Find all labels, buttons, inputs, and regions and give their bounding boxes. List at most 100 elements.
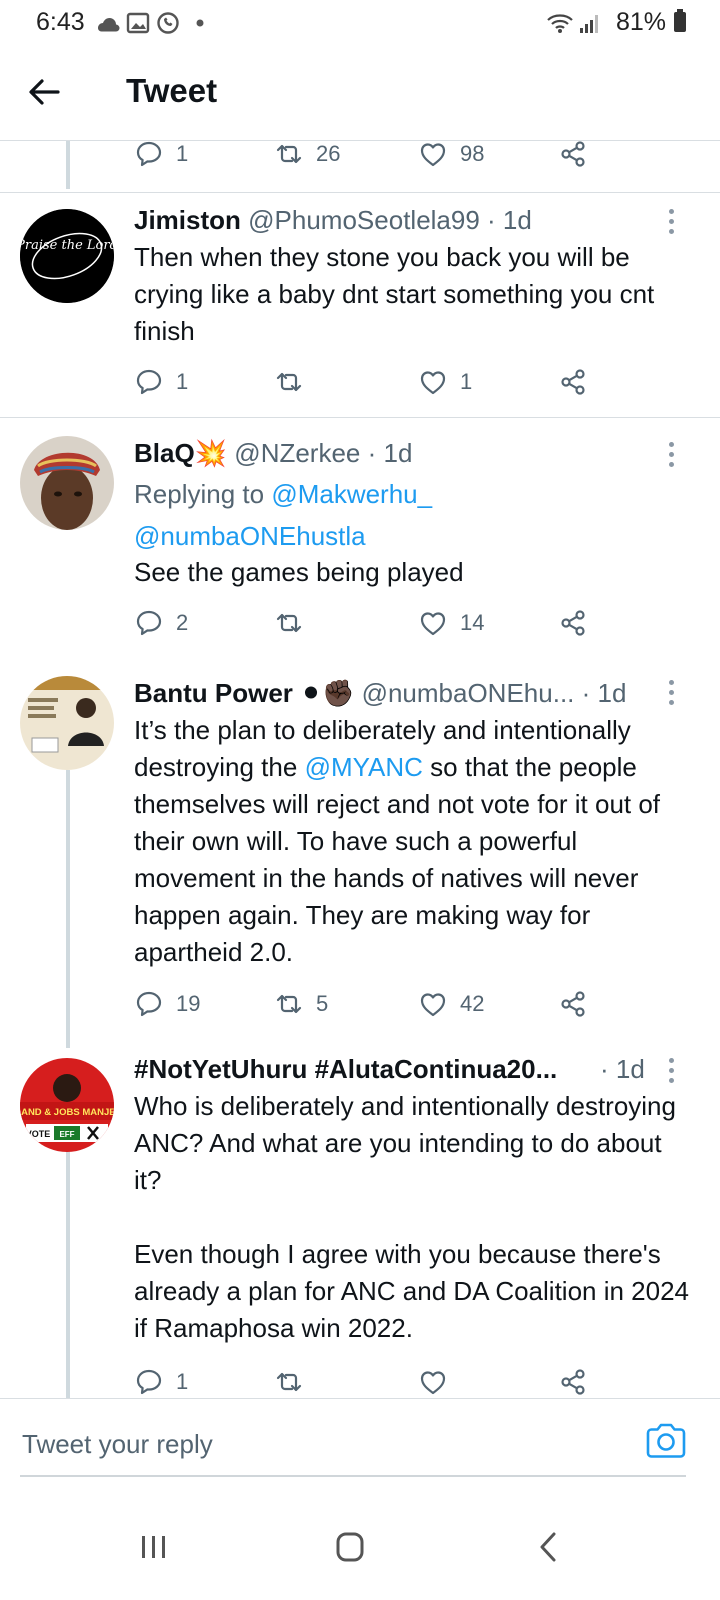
avatar-party: EFF <box>59 1130 74 1139</box>
tweet-header: Bantu Power ⚫✊🏿 @numbaONEhu... · 1d <box>134 678 626 709</box>
mention-link[interactable]: @Makwerhu_ <box>271 479 432 509</box>
tweet-bantu-power[interactable]: Bantu Power ⚫✊🏿 @numbaONEhu... · 1d It’s… <box>0 662 720 1042</box>
retweet-count: 26 <box>316 141 341 166</box>
replying-to-label: Replying to <box>134 479 265 509</box>
handle[interactable]: @PhumoSeotlela99 <box>248 205 480 235</box>
mention-link[interactable]: @numbaONEhustla <box>134 521 366 551</box>
retweet-button[interactable] <box>274 603 304 643</box>
avatar[interactable]: LAND & JOBS MANJE! VOTE EFF <box>20 1058 114 1152</box>
display-name[interactable]: Bantu Power <box>134 678 293 708</box>
back-arrow-icon <box>29 79 60 105</box>
more-options-button[interactable] <box>662 440 682 474</box>
retweet-icon <box>274 367 304 397</box>
tweet-notyetuhuru[interactable]: LAND & JOBS MANJE! VOTE EFF #NotYetUhuru… <box>0 1040 720 1398</box>
share-icon <box>558 1367 588 1397</box>
display-name[interactable]: BlaQ <box>134 438 195 468</box>
tweet-text: Who is deliberately and intentionally de… <box>134 1088 694 1347</box>
tweet-text-part: so that the people themselves will rejec… <box>134 752 661 967</box>
share-icon <box>558 989 588 1019</box>
reply-count: 19 <box>176 991 201 1016</box>
like-count: 1 <box>460 369 473 394</box>
like-count: 98 <box>460 141 485 166</box>
avatar-photo <box>20 436 114 530</box>
tweet-actions: 1 1 <box>134 362 604 402</box>
retweet-icon <box>274 1367 304 1397</box>
back-nav-button[interactable] <box>518 1522 578 1572</box>
retweet-icon <box>274 608 304 638</box>
retweet-button[interactable]: 26 <box>274 134 340 174</box>
like-icon <box>418 367 448 397</box>
share-button[interactable] <box>558 134 588 174</box>
replying-to: Replying to @Makwerhu_ @numbaONEhustla <box>134 473 432 557</box>
reply-button[interactable]: 19 <box>134 984 200 1024</box>
home-button[interactable] <box>320 1522 380 1572</box>
share-icon <box>558 139 588 169</box>
display-name[interactable]: #NotYetUhuru #AlutaContinua20... <box>134 1054 557 1084</box>
recent-apps-button[interactable] <box>124 1522 184 1572</box>
reply-icon <box>134 139 164 169</box>
timestamp: · 1d <box>487 205 532 235</box>
reply-button[interactable]: 1 <box>134 134 188 174</box>
camera-button[interactable] <box>644 1421 688 1461</box>
avatar[interactable] <box>20 676 114 770</box>
like-count: 14 <box>460 610 485 635</box>
share-button[interactable] <box>558 1362 588 1402</box>
back-button[interactable] <box>24 72 72 112</box>
tweet-reply-input[interactable] <box>20 1419 624 1469</box>
more-options-button[interactable] <box>662 207 682 241</box>
reply-button[interactable]: 1 <box>134 362 188 402</box>
tweet-jimiston[interactable]: Praise the Lord Jimiston @PhumoSeotlela9… <box>0 193 720 417</box>
retweet-icon <box>274 989 304 1019</box>
tweet-text: See the games being played <box>134 557 464 587</box>
like-button[interactable]: 14 <box>418 603 484 643</box>
like-button[interactable]: 98 <box>418 134 484 174</box>
reply-button[interactable]: 2 <box>134 603 188 643</box>
battery-percent: 81% <box>615 8 666 36</box>
display-name[interactable]: Jimiston <box>134 205 241 235</box>
like-icon <box>418 1367 448 1397</box>
share-button[interactable] <box>558 362 588 402</box>
avatar[interactable]: Praise the Lord <box>20 209 114 303</box>
avatar-logo: Praise the Lord <box>20 209 114 303</box>
like-button[interactable]: 1 <box>418 362 472 402</box>
tweet-blaq[interactable]: BlaQ💥 @NZerkee · 1d Replying to @Makwerh… <box>0 418 720 663</box>
handle[interactable]: @NZerkee <box>234 438 360 468</box>
reply-composer <box>0 1398 720 1497</box>
like-button[interactable] <box>418 1362 448 1402</box>
system-nav-bar <box>0 1496 720 1600</box>
share-button[interactable] <box>558 984 588 1024</box>
avatar-photo <box>20 676 114 770</box>
reply-count: 1 <box>176 1369 189 1394</box>
retweet-button[interactable]: 5 <box>274 984 328 1024</box>
camera-icon <box>646 1423 686 1458</box>
page-title: Tweet <box>126 72 218 109</box>
share-icon <box>558 608 588 638</box>
reply-button[interactable]: 1 <box>134 1362 188 1402</box>
share-button[interactable] <box>558 603 588 643</box>
battery-icon <box>674 9 686 32</box>
retweet-button[interactable] <box>274 362 304 402</box>
avatar-slogan: LAND & JOBS MANJE! <box>20 1107 114 1118</box>
like-icon <box>418 608 448 638</box>
handle[interactable]: @numbaONEhu... <box>362 678 575 708</box>
reply-icon <box>134 1367 164 1397</box>
more-options-button[interactable] <box>662 678 682 712</box>
avatar[interactable] <box>20 436 114 530</box>
avatar-vote: VOTE <box>26 1129 51 1139</box>
more-options-button[interactable] <box>662 1056 682 1090</box>
back-chevron-icon <box>540 1532 556 1562</box>
tweet-header: Jimiston @PhumoSeotlela99 · 1d <box>134 205 532 236</box>
retweet-button[interactable] <box>274 1362 304 1402</box>
previous-tweet-actions: 1 26 98 <box>134 134 604 174</box>
tweet-time: · 1d <box>600 1054 645 1085</box>
input-underline <box>20 1475 686 1477</box>
retweet-count: 5 <box>316 991 329 1016</box>
mention-link[interactable]: @MYANC <box>305 752 423 782</box>
like-button[interactable]: 42 <box>418 984 484 1024</box>
timestamp: · 1d <box>367 438 413 468</box>
name-emojis: ⚫✊🏿 <box>300 678 355 708</box>
tweet-actions: 1 <box>134 1362 604 1402</box>
tweet-text: Then when they stone you back you will b… <box>134 242 655 346</box>
tweet-text: It’s the plan to deliberately and intent… <box>134 712 694 971</box>
like-icon <box>418 139 448 169</box>
